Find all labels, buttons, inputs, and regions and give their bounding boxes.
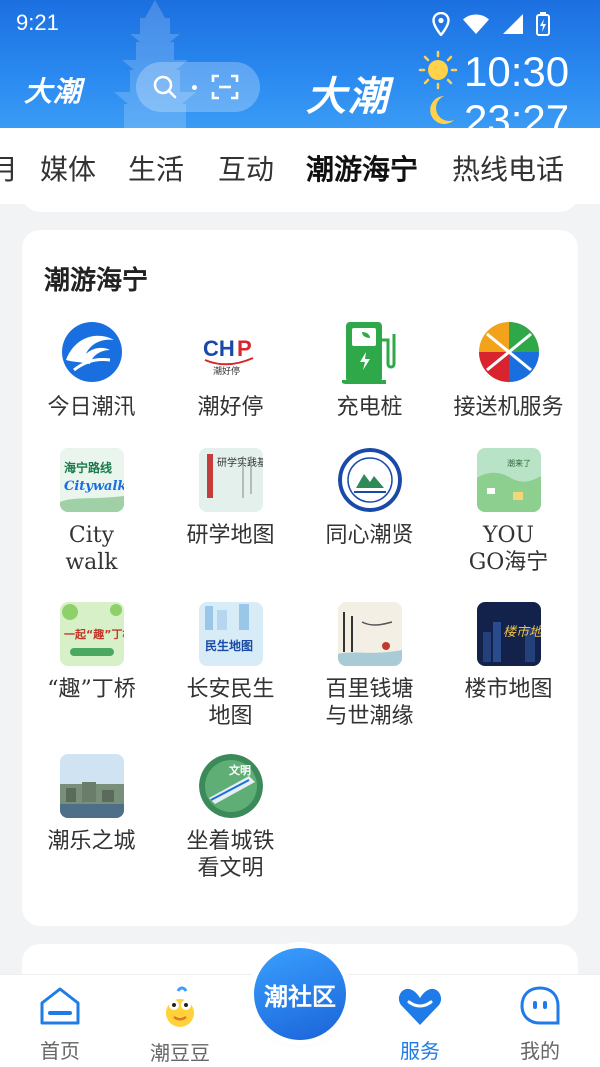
service-item-label: 充电桩 — [336, 395, 403, 420]
sun-moon-icon — [418, 50, 458, 124]
status-time: 9:21 — [16, 10, 59, 35]
location-icon — [432, 12, 450, 36]
nav-home-label: 首页 — [40, 1039, 80, 1063]
service-item-property-map[interactable]: 楼市地图 楼市地图 — [439, 602, 578, 703]
service-item-airport-transfer[interactable]: 接送机服务 — [439, 320, 578, 421]
tab-chaoyou-haining[interactable]: 潮游海宁 — [306, 148, 418, 188]
badge-icon — [337, 448, 402, 512]
svg-text:一起“趣”丁桥: 一起“趣”丁桥 — [64, 627, 124, 641]
service-item-label: 研学地图 — [186, 523, 275, 548]
search-icon — [153, 75, 177, 99]
nav-service[interactable]: 服务 — [360, 985, 480, 1064]
status-icons — [432, 12, 550, 36]
qiantang-icon — [337, 602, 402, 666]
service-item-charging[interactable]: 充电桩 — [300, 320, 439, 421]
nav-chaodoudou-label: 潮豆豆 — [150, 1041, 210, 1065]
svg-text:CH: CH — [203, 336, 235, 361]
service-item-tongxin[interactable]: 同心潮贤 — [300, 448, 439, 549]
signal-icon — [503, 14, 523, 34]
service-item-label: 潮好停 — [197, 395, 264, 420]
tab-interaction[interactable]: 互动 — [218, 148, 274, 188]
clock-top: 10:30 — [464, 48, 570, 95]
citywalk-icon: 海宁路线 Citywalk — [59, 448, 124, 512]
parking-logo-icon: CH P 潮好停 — [198, 320, 263, 384]
svg-text:海宁路线: 海宁路线 — [64, 460, 112, 475]
svg-text:Citywalk: Citywalk — [64, 479, 124, 494]
app-logo[interactable]: 大潮 — [24, 70, 82, 110]
nav-mine[interactable]: 我的 — [480, 985, 600, 1064]
service-item-train[interactable]: 文明 坐着城铁看文明 — [161, 754, 300, 882]
heart-icon — [398, 988, 442, 1025]
status-bar: 9:21 — [0, 8, 600, 40]
service-item-label: 百里钱塘与世潮缘 — [325, 677, 414, 729]
service-item-label: 接送机服务 — [453, 395, 564, 420]
service-item-label: 同心潮贤 — [325, 523, 414, 548]
brand-title: 大潮 — [306, 74, 390, 120]
nav-service-label: 服务 — [400, 1039, 440, 1063]
service-item-study-map[interactable]: 研学实践基地 研学地图 — [161, 448, 300, 549]
svg-text:楼市地图: 楼市地图 — [503, 624, 541, 640]
profile-icon — [520, 986, 560, 1025]
dingqiao-icon: 一起“趣”丁桥 — [59, 602, 124, 666]
search-dot-icon — [192, 84, 197, 90]
service-item-label: 坐着城铁看文明 — [186, 829, 275, 881]
service-item-dingqiao[interactable]: 一起“趣”丁桥 “趣”丁桥 — [22, 602, 161, 703]
service-item-label: City walk — [65, 523, 118, 575]
svg-text:潮来了: 潮来了 — [507, 458, 531, 468]
community-center-button[interactable]: 潮社区 — [254, 948, 346, 1040]
app-header: 9:21 大潮 大潮 10:30 23:27 — [0, 0, 600, 128]
charging-station-icon — [338, 320, 402, 384]
service-item-label: 今日潮汛 — [47, 395, 136, 420]
train-icon: 文明 — [198, 754, 263, 818]
landscape-icon: 潮来了 — [476, 448, 541, 512]
tab-media[interactable]: 媒体 — [40, 148, 96, 188]
svg-text:P: P — [237, 336, 252, 361]
service-item-chaole-city[interactable]: 潮乐之城 — [22, 754, 161, 855]
service-item-tide[interactable]: 今日潮汛 — [22, 320, 161, 421]
service-item-label: 楼市地图 — [464, 677, 553, 702]
search-bar[interactable] — [136, 62, 260, 112]
nav-chaodoudou[interactable]: 潮豆豆 — [120, 985, 240, 1066]
service-item-parking[interactable]: CH P 潮好停 潮好停 — [161, 320, 300, 421]
service-item-label: 潮乐之城 — [47, 829, 136, 854]
service-item-label: YOU GO海宁 — [468, 523, 549, 575]
svg-text:文明: 文明 — [229, 763, 251, 777]
svg-text:民生地图: 民生地图 — [205, 638, 253, 653]
clock-bottom: 23:27 — [464, 96, 570, 128]
wifi-icon — [463, 14, 489, 34]
changan-map-icon: 民生地图 — [198, 602, 263, 666]
service-item-qiantang[interactable]: 百里钱塘与世潮缘 — [300, 602, 439, 730]
mascot-icon — [166, 986, 194, 1027]
tab-hotline[interactable]: 热线电话 — [452, 148, 564, 188]
colorful-ball-icon — [477, 320, 541, 384]
wave-icon — [60, 320, 124, 384]
svg-text:潮好停: 潮好停 — [213, 365, 240, 377]
property-map-icon: 楼市地图 — [476, 602, 541, 666]
community-center-label: 潮社区 — [264, 982, 336, 1011]
svg-text:研学实践基地: 研学实践基地 — [217, 456, 263, 469]
home-icon — [40, 987, 80, 1025]
scan-icon[interactable] — [211, 73, 239, 101]
service-card: 潮游海宁 今日潮汛 CH P 潮好停 潮好停 充电桩 接送机服务 海宁路线 Cityw… — [22, 230, 578, 926]
service-item-label: “趣”丁桥 — [47, 677, 136, 702]
section-title: 潮游海宁 — [44, 266, 149, 296]
service-item-yougo[interactable]: 潮来了 YOU GO海宁 — [439, 448, 578, 576]
tab-life[interactable]: 生活 — [128, 148, 184, 188]
tab-month[interactable]: 月 — [0, 148, 18, 188]
service-item-label: 长安民生地图 — [186, 677, 275, 729]
nav-mine-label: 我的 — [520, 1039, 560, 1063]
battery-icon — [536, 12, 550, 36]
service-item-changan-map[interactable]: 民生地图 长安民生地图 — [161, 602, 300, 730]
previous-card-edge — [22, 190, 578, 212]
service-item-citywalk[interactable]: 海宁路线 Citywalk City walk — [22, 448, 161, 576]
nav-home[interactable]: 首页 — [0, 985, 120, 1064]
city-photo-icon — [59, 754, 124, 818]
study-map-icon: 研学实践基地 — [198, 448, 263, 512]
